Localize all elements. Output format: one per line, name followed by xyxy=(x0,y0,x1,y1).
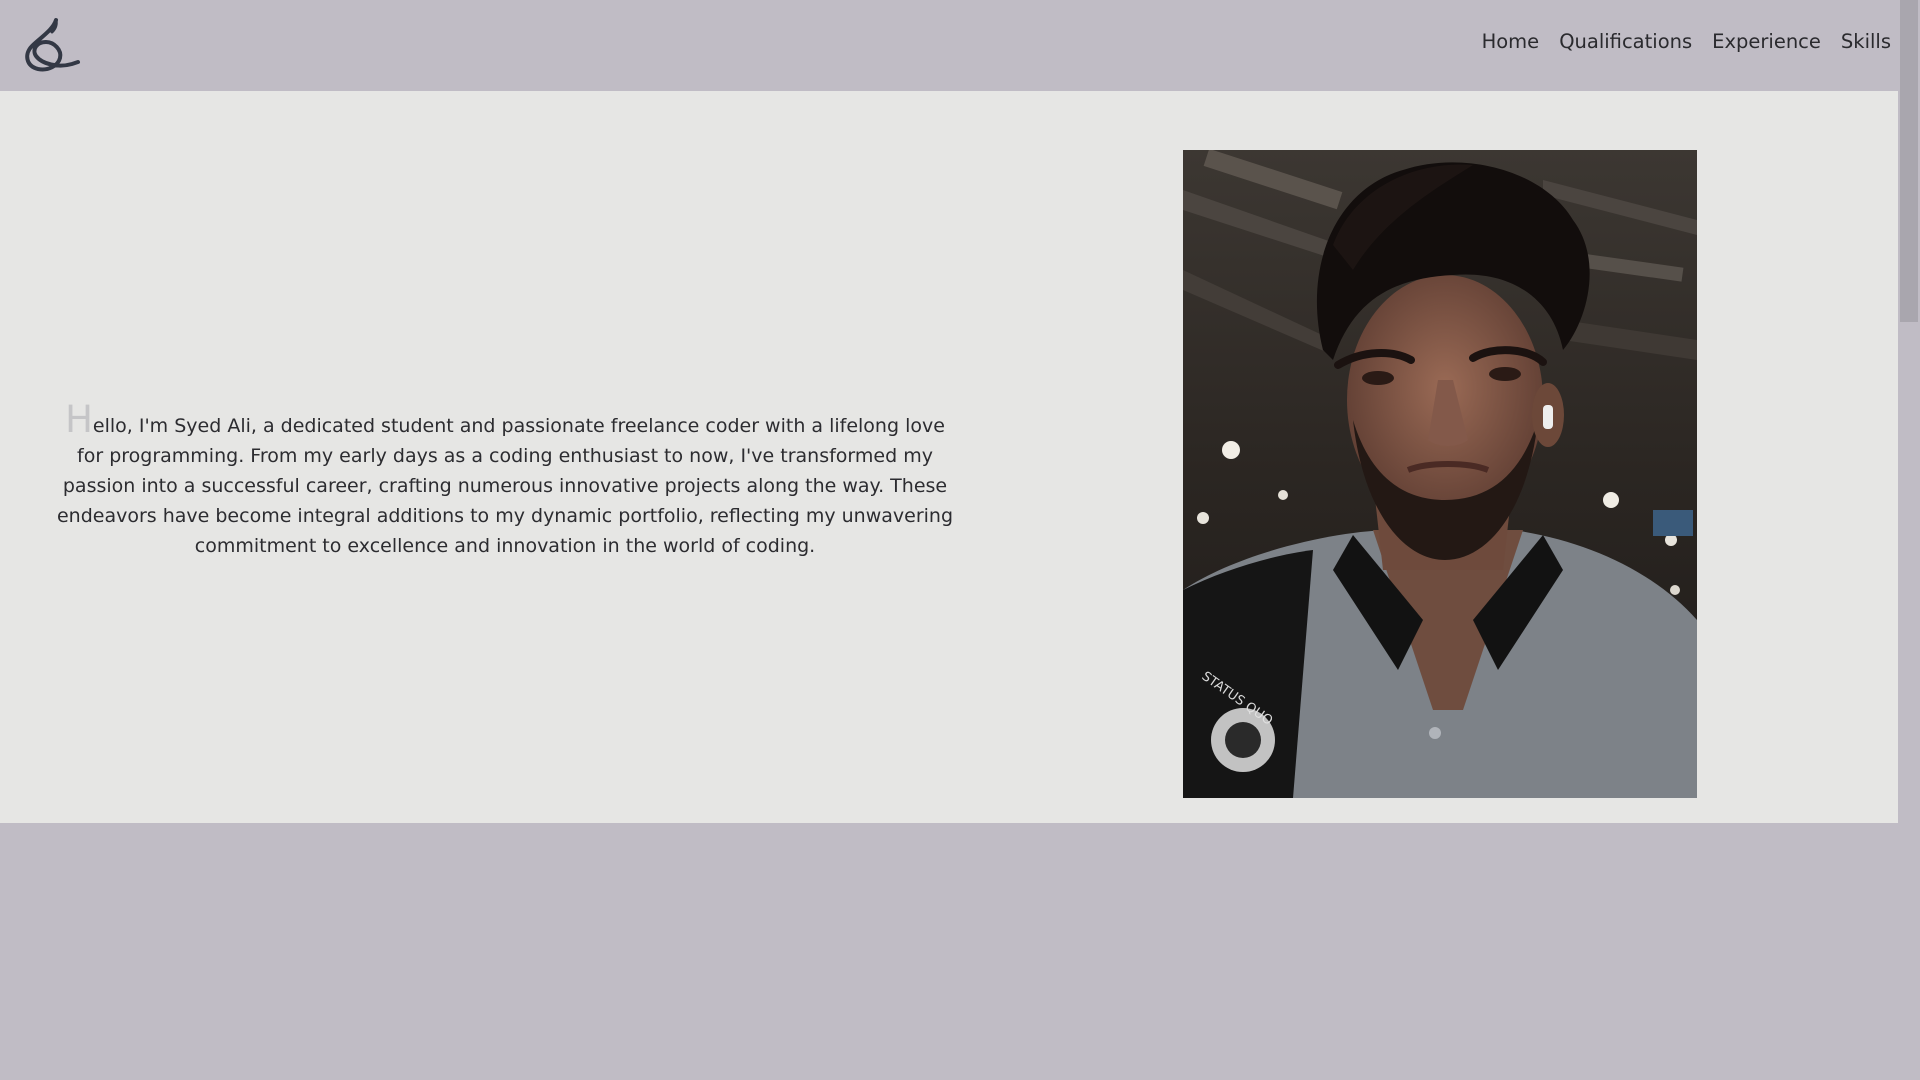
intro-text: ello, I'm Syed Ali, a dedicated student … xyxy=(56,415,954,557)
nav-qualifications-link[interactable]: Qualifications xyxy=(1559,30,1692,53)
scrollbar[interactable] xyxy=(1898,0,1920,1080)
nav-home-link[interactable]: Home xyxy=(1482,30,1540,53)
intro-dropcap: H xyxy=(65,398,93,441)
logo-icon[interactable] xyxy=(20,16,82,74)
site-header: Home Qualifications Experience Skills xyxy=(0,0,1898,91)
hero-section: Hello, I'm Syed Ali, a dedicated student… xyxy=(0,91,1898,823)
scrollbar-thumb[interactable] xyxy=(1900,0,1918,322)
portrait-photo: STATUS QUO xyxy=(1183,150,1697,798)
nav-experience-link[interactable]: Experience xyxy=(1712,30,1821,53)
nav-skills-link[interactable]: Skills xyxy=(1841,30,1891,53)
intro-paragraph: Hello, I'm Syed Ali, a dedicated student… xyxy=(50,401,960,561)
page: Home Qualifications Experience Skills He… xyxy=(0,0,1920,1080)
main-nav: Home Qualifications Experience Skills xyxy=(1482,30,1891,53)
